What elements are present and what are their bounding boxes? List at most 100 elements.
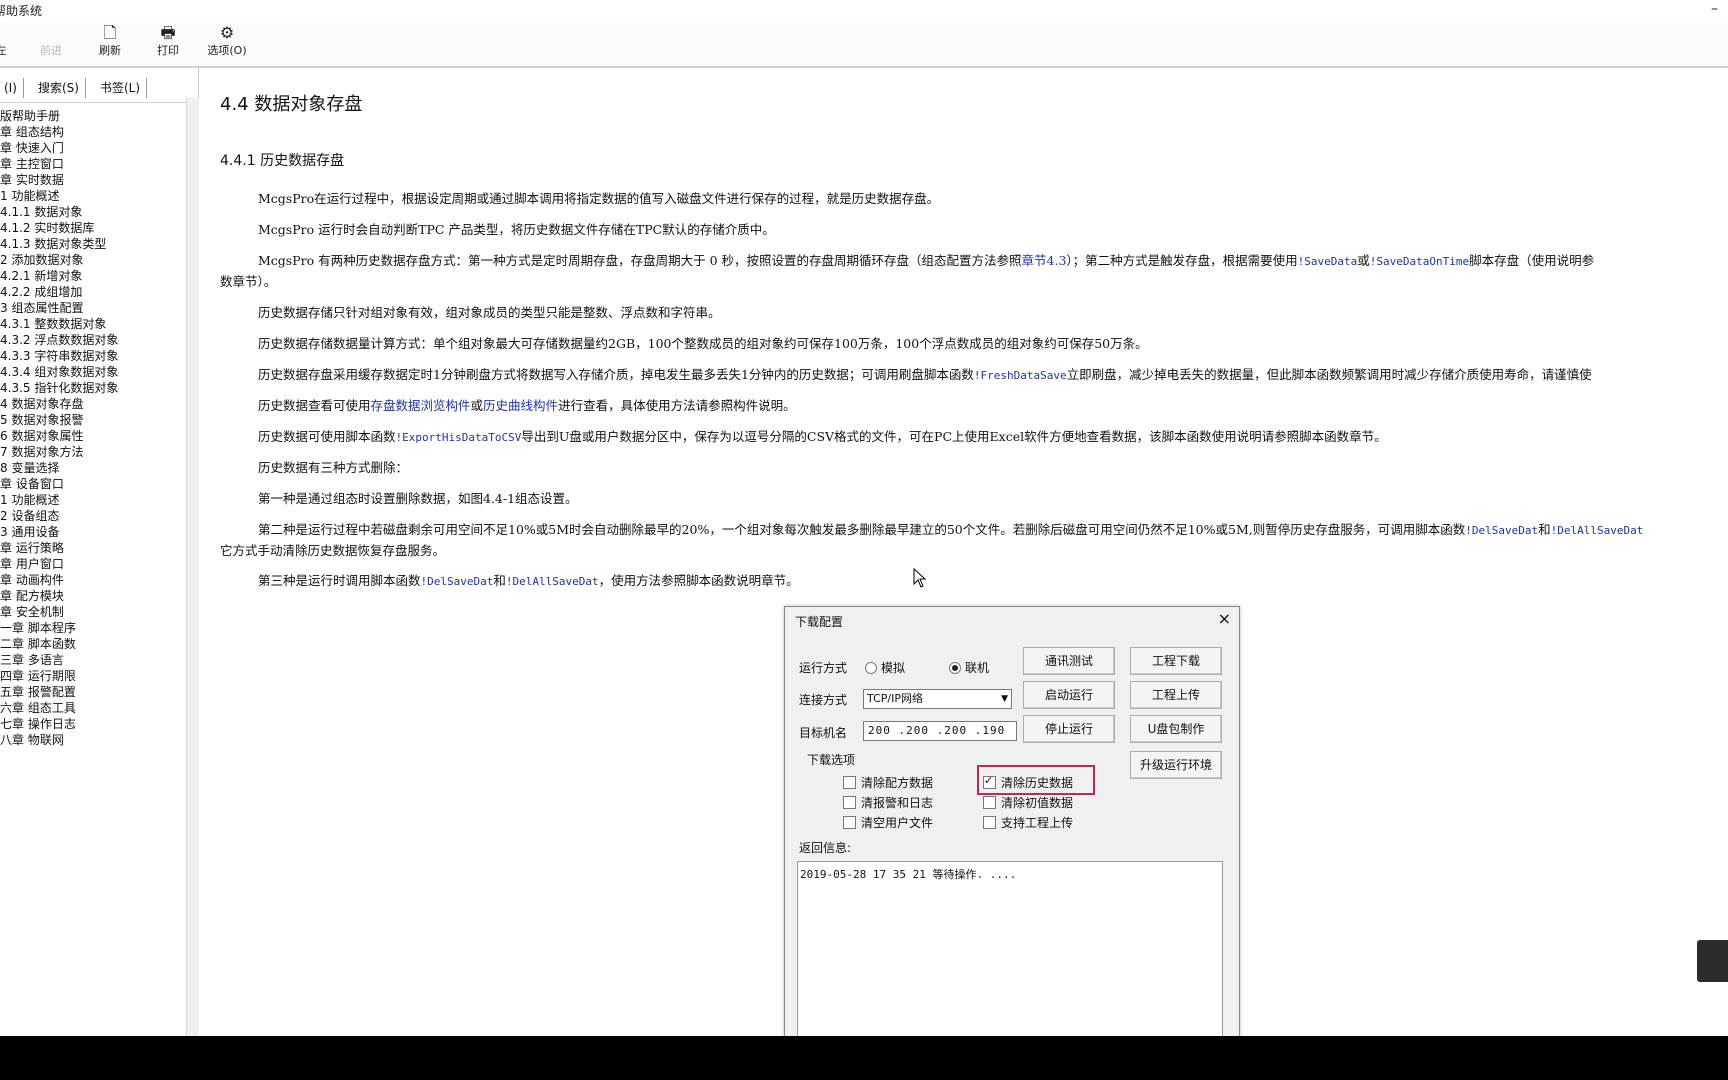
upload-support-checkbox[interactable] (983, 816, 996, 829)
download-options-label: 下载选项 (807, 753, 856, 767)
tree-item[interactable]: 七章 操作日志 (0, 716, 186, 732)
minimize-icon[interactable]: – (1711, 0, 1718, 20)
tree-item[interactable]: 4.3.5 指针化数据对象 (0, 380, 186, 396)
print-button[interactable]: 🖶 打印 (143, 24, 193, 64)
udisk-package-button[interactable]: U盘包制作 (1130, 715, 1222, 743)
clear-user-files-checkbox[interactable] (843, 816, 856, 829)
window-title: 帮助系统 (0, 4, 43, 18)
target-label: 目标机名 (799, 726, 848, 740)
tab-bookmarks[interactable]: 书签(L) (94, 78, 148, 98)
tree-item[interactable]: 7 数据对象方法 (0, 444, 186, 460)
tree-item[interactable]: 章 安全机制 (0, 604, 186, 620)
link-history-curve[interactable]: 历史曲线构件 (483, 398, 558, 413)
code-delsavedat[interactable]: !DelSaveDat (1465, 524, 1538, 537)
code-exporthisdata[interactable]: !ExportHisDataToCSV (396, 431, 522, 444)
tree-item[interactable]: 章 动画构件 (0, 572, 186, 588)
paragraph-4: 历史数据存储只针对组对象有效，组对象成员的类型只能是整数、浮点数和字符串。 (258, 305, 721, 320)
tree-item[interactable]: 6 数据对象属性 (0, 428, 186, 444)
radio-online[interactable] (949, 662, 961, 674)
tree-item[interactable]: 章 设备窗口 (0, 476, 186, 492)
tree-item[interactable]: 5 数据对象报警 (0, 412, 186, 428)
tab-index[interactable]: (I) (0, 78, 24, 98)
tree-item[interactable]: 3 通用设备 (0, 524, 186, 540)
code-freshdatasave[interactable]: !FreshDataSave (974, 369, 1067, 382)
code-savedata[interactable]: !SaveData (1298, 255, 1358, 268)
code-delallsavedat-2[interactable]: !DelAllSaveDat (506, 575, 599, 588)
taskbar (0, 1036, 1728, 1080)
p3-text-e: 数章节）。 (220, 274, 277, 289)
tree-item[interactable]: 4.2.1 新增对象 (0, 268, 186, 284)
tree-item[interactable]: 三章 多语言 (0, 652, 186, 668)
clear-alarm-label: 清报警和日志 (861, 796, 934, 810)
tree-item[interactable]: 4 数据对象存盘 (0, 396, 186, 412)
title-bar: 帮助系统 – (0, 0, 1728, 22)
close-icon[interactable]: × (1218, 609, 1231, 628)
p3-text-c: 或 (1357, 253, 1370, 268)
code-delsavedat-2[interactable]: !DelSaveDat (421, 575, 494, 588)
refresh-label: 刷新 (99, 44, 121, 57)
tree-item[interactable]: 二章 脚本函数 (0, 636, 186, 652)
clear-user-files-label: 清空用户文件 (861, 816, 934, 830)
tree-item[interactable]: 2 设备组态 (0, 508, 186, 524)
radio-sim[interactable] (865, 662, 877, 674)
upgrade-runtime-button[interactable]: 升级运行环境 (1130, 751, 1222, 779)
run-mode-label: 运行方式 (799, 661, 848, 675)
target-ip-input[interactable]: 200 .200 .200 .190 (863, 721, 1017, 741)
tree-item[interactable]: 章 配方模块 (0, 588, 186, 604)
refresh-button[interactable]: 🗋 刷新 (85, 24, 135, 64)
back-button[interactable]: 左 (0, 24, 26, 64)
clear-alarm-checkbox[interactable] (843, 796, 856, 809)
tree-scrollbar[interactable] (186, 98, 199, 1036)
tree-item[interactable]: 3 组态属性配置 (0, 300, 186, 316)
tree-item[interactable]: 2 添加数据对象 (0, 252, 186, 268)
clear-init-checkbox[interactable] (983, 796, 996, 809)
tree-item[interactable]: 4.3.3 字符串数据对象 (0, 348, 186, 364)
printer-icon: 🖶 (160, 23, 176, 42)
tree-item[interactable]: 4.1.3 数据对象类型 (0, 236, 186, 252)
return-info-box[interactable]: 2019-05-28 17 35 21 等待操作. .... (797, 861, 1223, 1037)
tree-item[interactable]: 章 组态结构 (0, 124, 186, 140)
stop-run-button[interactable]: 停止运行 (1023, 715, 1115, 743)
tree-item[interactable]: 章 运行策略 (0, 540, 186, 556)
tree-item[interactable]: 八章 物联网 (0, 732, 186, 748)
tree-item[interactable]: 4.2.2 成组增加 (0, 284, 186, 300)
p7-text: 历史数据查看可使用 (258, 398, 371, 413)
tree-item[interactable]: 章 用户窗口 (0, 556, 186, 572)
tree-item[interactable]: 章 快速入门 (0, 140, 186, 156)
tab-search[interactable]: 搜索(S) (32, 78, 86, 98)
comm-test-button[interactable]: 通讯测试 (1023, 647, 1115, 675)
return-info-text: 2019-05-28 17 35 21 等待操作. .... (800, 868, 1017, 881)
forward-button[interactable]: 前进 (26, 24, 76, 64)
p3-text: McgsPro 有两种历史数据存盘方式：第一种方式是定时周期存盘，存盘周期大于 … (258, 253, 1022, 268)
tree-item[interactable]: 五章 报警配置 (0, 684, 186, 700)
tree-item[interactable]: 1 功能概述 (0, 492, 186, 508)
link-storage-browser[interactable]: 存盘数据浏览构件 (371, 398, 471, 413)
conn-select[interactable]: TCP/IP网络 ▼ (863, 689, 1012, 709)
paragraph-9: 历史数据有三种方式删除： (258, 460, 409, 475)
start-run-button[interactable]: 启动运行 (1023, 681, 1115, 709)
tree-item[interactable]: 章 主控窗口 (0, 156, 186, 172)
tree-item[interactable]: 4.3.2 浮点数数据对象 (0, 332, 186, 348)
tree-item[interactable]: 4.3.4 组对象数据对象 (0, 364, 186, 380)
code-delallsavedat[interactable]: !DelAllSaveDat (1551, 524, 1644, 537)
tree-item[interactable]: 4.1.2 实时数据库 (0, 220, 186, 236)
tree-item[interactable]: 一章 脚本程序 (0, 620, 186, 636)
code-savedataontime[interactable]: !SaveDataOnTime (1370, 255, 1469, 268)
tray-widget[interactable] (1697, 940, 1728, 982)
tree-item[interactable]: 六章 组态工具 (0, 700, 186, 716)
tree-item[interactable]: 1 功能概述 (0, 188, 186, 204)
dialog-title: 下载配置 (795, 615, 844, 629)
paragraph-2: McgsPro 运行时会自动判断TPC 产品类型，将历史数据文件存储在TPC默认… (258, 222, 775, 237)
tree-item[interactable]: 4.3.1 整数数据对象 (0, 316, 186, 332)
tree-item[interactable]: 4.1.1 数据对象 (0, 204, 186, 220)
tree-item[interactable]: 8 变量选择 (0, 460, 186, 476)
link-section[interactable]: 章节4.3 (1022, 253, 1067, 268)
options-button[interactable]: ⚙ 选项(O) (202, 24, 252, 64)
download-button[interactable]: 工程下载 (1130, 647, 1222, 675)
clear-recipe-checkbox[interactable] (843, 776, 856, 789)
tree-item[interactable]: 四章 运行期限 (0, 668, 186, 684)
tree-item[interactable]: 版帮助手册 (0, 108, 186, 124)
forward-label: 前进 (40, 44, 62, 57)
tree-item[interactable]: 章 实时数据 (0, 172, 186, 188)
upload-button[interactable]: 工程上传 (1130, 681, 1222, 709)
